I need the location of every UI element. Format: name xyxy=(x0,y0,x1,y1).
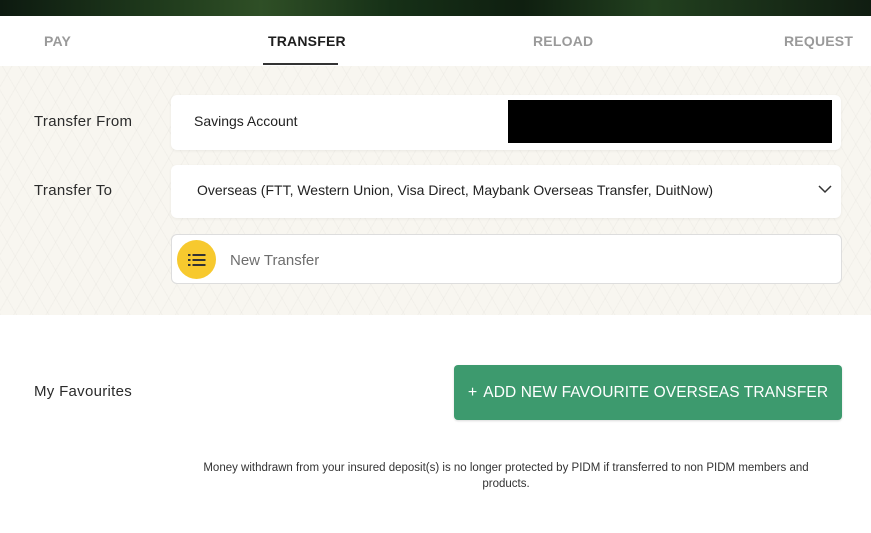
transfer-form-panel: Transfer From Savings Account Transfer T… xyxy=(0,66,871,315)
pidm-disclaimer: Money withdrawn from your insured deposi… xyxy=(203,462,809,490)
tab-pay[interactable]: PAY xyxy=(44,16,71,66)
chevron-down-icon xyxy=(817,181,833,197)
tab-request[interactable]: REQUEST xyxy=(784,16,853,66)
redacted-account-number xyxy=(508,100,832,143)
transfer-to-label: Transfer To xyxy=(34,182,113,199)
new-transfer-label: New Transfer xyxy=(230,252,320,269)
tab-reload[interactable]: RELOAD xyxy=(533,16,593,66)
transfer-from-label: Transfer From xyxy=(34,113,133,130)
hero-banner-strip xyxy=(0,0,871,16)
my-favourites-heading: My Favourites xyxy=(34,383,133,400)
transaction-tabs: PAY TRANSFER RELOAD REQUEST xyxy=(0,16,871,66)
tab-transfer[interactable]: TRANSFER xyxy=(268,16,346,66)
transfer-from-account[interactable]: Savings Account xyxy=(171,95,841,150)
transfer-to-select[interactable]: Overseas (FTT, Western Union, Visa Direc… xyxy=(171,165,841,218)
add-favourite-overseas-transfer-button[interactable]: + ADD NEW FAVOURITE OVERSEAS TRANSFER xyxy=(454,365,842,420)
list-icon xyxy=(177,240,216,279)
plus-icon: + xyxy=(467,383,478,401)
active-tab-indicator xyxy=(263,63,338,65)
new-transfer-button[interactable]: New Transfer xyxy=(171,234,842,284)
add-favourite-button-label: ADD NEW FAVOURITE OVERSEAS TRANSFER xyxy=(483,383,829,401)
transfer-to-value: Overseas (FTT, Western Union, Visa Direc… xyxy=(197,182,714,198)
from-account-name: Savings Account xyxy=(194,113,298,129)
